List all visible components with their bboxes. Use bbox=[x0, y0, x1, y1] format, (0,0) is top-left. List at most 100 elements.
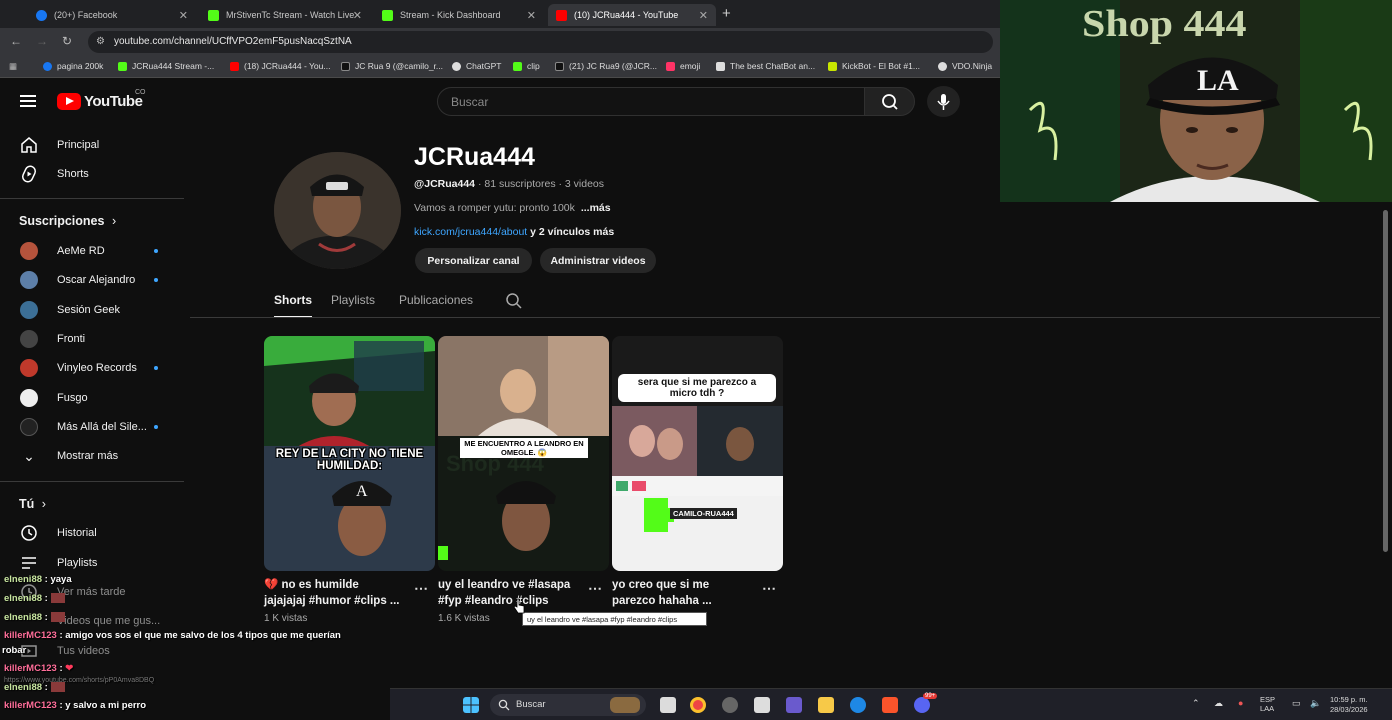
short-thumbnail[interactable]: sera que si me parezco a micro tdh ? CAM… bbox=[612, 336, 783, 571]
tab-shorts[interactable]: Shorts bbox=[274, 293, 312, 307]
page-scrollbar[interactable] bbox=[1383, 210, 1388, 552]
divider bbox=[0, 481, 184, 482]
browser-nav-bar: ← → ↻ ⚙ youtube.com/channel/UCffVPO2emF5… bbox=[0, 28, 1000, 56]
short-thumbnail[interactable]: A REY DE LA CITY NO TIENE HUMILDAD: bbox=[264, 336, 435, 571]
chat-message: elneni88 : bbox=[4, 682, 65, 693]
channel-links: kick.com/jcrua444/about y 2 vínculos más bbox=[414, 226, 614, 238]
windows-start-icon[interactable] bbox=[463, 697, 479, 713]
menu-icon[interactable] bbox=[20, 95, 36, 107]
bookmark[interactable]: clip bbox=[513, 61, 540, 71]
channel-description[interactable]: Vamos a romper yutu: pronto 100k ...más bbox=[414, 202, 611, 214]
kick-username-label: CAMILO-RUA444 bbox=[670, 508, 737, 519]
sidebar-item-shorts[interactable]: Shorts bbox=[0, 159, 184, 188]
sidebar-item-subscription[interactable]: AeMe RD bbox=[0, 236, 184, 265]
mic-icon bbox=[937, 94, 950, 110]
search-input[interactable]: Buscar bbox=[437, 87, 865, 116]
sidebar-item-subscription[interactable]: Fronti bbox=[0, 324, 184, 353]
manage-videos-button[interactable]: Administrar videos bbox=[540, 248, 656, 273]
tab-youtube[interactable]: (10) JCRua444 - YouTube ✕ bbox=[548, 4, 716, 26]
sidebar-item-subscription[interactable]: Oscar Alejandro bbox=[0, 265, 184, 294]
channel-handle: @JCRua444 bbox=[414, 178, 476, 190]
more-options-icon[interactable]: ⋯ bbox=[588, 580, 602, 597]
short-title[interactable]: yo creo que si me parezco hahaha ... bbox=[612, 577, 762, 609]
mic-tray-icon[interactable]: ● bbox=[1238, 698, 1243, 708]
chat-message: elneni88 : bbox=[4, 593, 65, 604]
close-icon[interactable]: ✕ bbox=[353, 9, 362, 22]
search-highlight-image bbox=[610, 697, 640, 713]
back-icon[interactable]: ← bbox=[10, 34, 22, 48]
more-links[interactable]: y 2 vínculos más bbox=[530, 226, 614, 238]
subscriptions-heading[interactable]: Suscripciones › bbox=[19, 214, 116, 228]
bookmark[interactable]: (21) JC Rua9 (@JCR... bbox=[555, 61, 657, 71]
sidebar-item-subscription[interactable]: Sesión Geek bbox=[0, 295, 184, 324]
cloud-icon[interactable]: ☁ bbox=[1214, 698, 1223, 709]
avatar bbox=[20, 241, 38, 260]
sidebar-show-more[interactable]: ⌄ Mostrar más bbox=[0, 441, 184, 470]
channel-avatar[interactable] bbox=[274, 152, 401, 269]
tab-playlists[interactable]: Playlists bbox=[331, 293, 375, 307]
steam-icon[interactable] bbox=[722, 697, 738, 713]
network-icon[interactable]: ▭ bbox=[1292, 698, 1301, 709]
address-bar[interactable]: ⚙ youtube.com/channel/UCffVPO2emF5pusNac… bbox=[88, 31, 993, 53]
sidebar-item-subscription[interactable]: Vinyleo Records bbox=[0, 353, 184, 382]
sidebar-item-historial[interactable]: Historial bbox=[0, 518, 184, 547]
chat-message: killerMC123 : ❤ bbox=[4, 663, 74, 674]
short-overlay-text: ME ENCUENTRO A LEANDRO EN OMEGLE. 😱 bbox=[460, 438, 588, 458]
sidebar-item-subscription[interactable]: Más Allá del Sile... bbox=[0, 412, 184, 441]
taskbar-search[interactable]: Buscar bbox=[490, 694, 646, 716]
sidebar-item-subscription[interactable]: Fusgo bbox=[0, 383, 184, 412]
forward-icon[interactable]: → bbox=[36, 34, 48, 48]
language-indicator[interactable]: ESP LAA bbox=[1260, 695, 1275, 713]
chrome-icon[interactable] bbox=[690, 697, 706, 713]
title-tooltip: uy el leandro ve #lasapa #fyp #leandro #… bbox=[522, 612, 707, 626]
kick-link[interactable]: kick.com/jcrua444/about bbox=[414, 226, 527, 238]
voice-search-button[interactable] bbox=[927, 86, 960, 117]
brave-icon[interactable] bbox=[882, 697, 898, 713]
customize-channel-button[interactable]: Personalizar canal bbox=[415, 248, 532, 273]
kickbot-icon bbox=[828, 61, 837, 71]
apps-icon[interactable]: ▦ bbox=[9, 61, 17, 72]
bookmark[interactable]: ChatGPT bbox=[452, 61, 501, 71]
sidebar-item-principal[interactable]: Principal bbox=[0, 130, 184, 159]
file-explorer-icon[interactable] bbox=[818, 697, 834, 713]
chevron-up-icon[interactable]: ⌃ bbox=[1192, 698, 1200, 709]
more-link[interactable]: ...más bbox=[581, 202, 611, 214]
new-tab-button[interactable]: + bbox=[722, 5, 731, 22]
reload-icon[interactable]: ↻ bbox=[62, 34, 72, 48]
chevron-right-icon: › bbox=[111, 214, 117, 228]
bookmark[interactable]: JCRua444 Stream -... bbox=[118, 61, 214, 71]
bookmark[interactable]: VDO.Ninja bbox=[938, 61, 992, 71]
volume-icon[interactable]: 🔈 bbox=[1310, 698, 1321, 709]
bookmark[interactable]: JC Rua 9 (@camilo_r... bbox=[341, 61, 443, 71]
edge-icon[interactable] bbox=[850, 697, 866, 713]
more-options-icon[interactable]: ⋯ bbox=[762, 580, 776, 597]
bookmark[interactable]: emoji bbox=[666, 61, 700, 71]
task-view-icon[interactable] bbox=[660, 697, 676, 713]
chevron-right-icon: › bbox=[41, 497, 46, 511]
channel-search-icon[interactable] bbox=[505, 292, 523, 310]
tab-mrstiventc[interactable]: MrStivenTc Stream - Watch Live ✕ bbox=[200, 4, 370, 26]
close-icon[interactable]: ✕ bbox=[699, 9, 708, 22]
you-heading[interactable]: Tú › bbox=[19, 497, 46, 511]
kick-icon bbox=[118, 61, 127, 71]
discord-icon[interactable] bbox=[914, 697, 930, 713]
youtube-logo[interactable]: YouTube bbox=[57, 93, 143, 110]
copilot-icon[interactable] bbox=[786, 697, 802, 713]
bookmark[interactable]: The best ChatBot an... bbox=[716, 61, 815, 71]
search-button[interactable] bbox=[864, 87, 915, 116]
more-options-icon[interactable]: ⋯ bbox=[414, 580, 428, 597]
clock[interactable]: 10:59 p. m. 28/03/2026 bbox=[1330, 695, 1368, 715]
bookmark[interactable]: (18) JCRua444 - You... bbox=[230, 61, 330, 71]
tab-facebook[interactable]: (20+) Facebook ✕ bbox=[28, 4, 196, 26]
tab-publicaciones[interactable]: Publicaciones bbox=[399, 293, 473, 307]
site-info-icon[interactable]: ⚙ bbox=[96, 36, 105, 47]
tab-kick-dashboard[interactable]: Stream - Kick Dashboard ✕ bbox=[374, 4, 544, 26]
x-icon bbox=[555, 61, 564, 71]
bookmark[interactable]: pagina 200k bbox=[43, 61, 103, 71]
short-thumbnail[interactable]: Shop 444 ME ENCUENTRO A LEANDRO EN OMEGL… bbox=[438, 336, 609, 571]
close-icon[interactable]: ✕ bbox=[179, 9, 188, 22]
bookmark[interactable]: KickBot - El Bot #1... bbox=[828, 61, 920, 71]
close-icon[interactable]: ✕ bbox=[527, 9, 536, 22]
app-icon[interactable] bbox=[754, 697, 770, 713]
youtube-icon bbox=[556, 9, 567, 21]
